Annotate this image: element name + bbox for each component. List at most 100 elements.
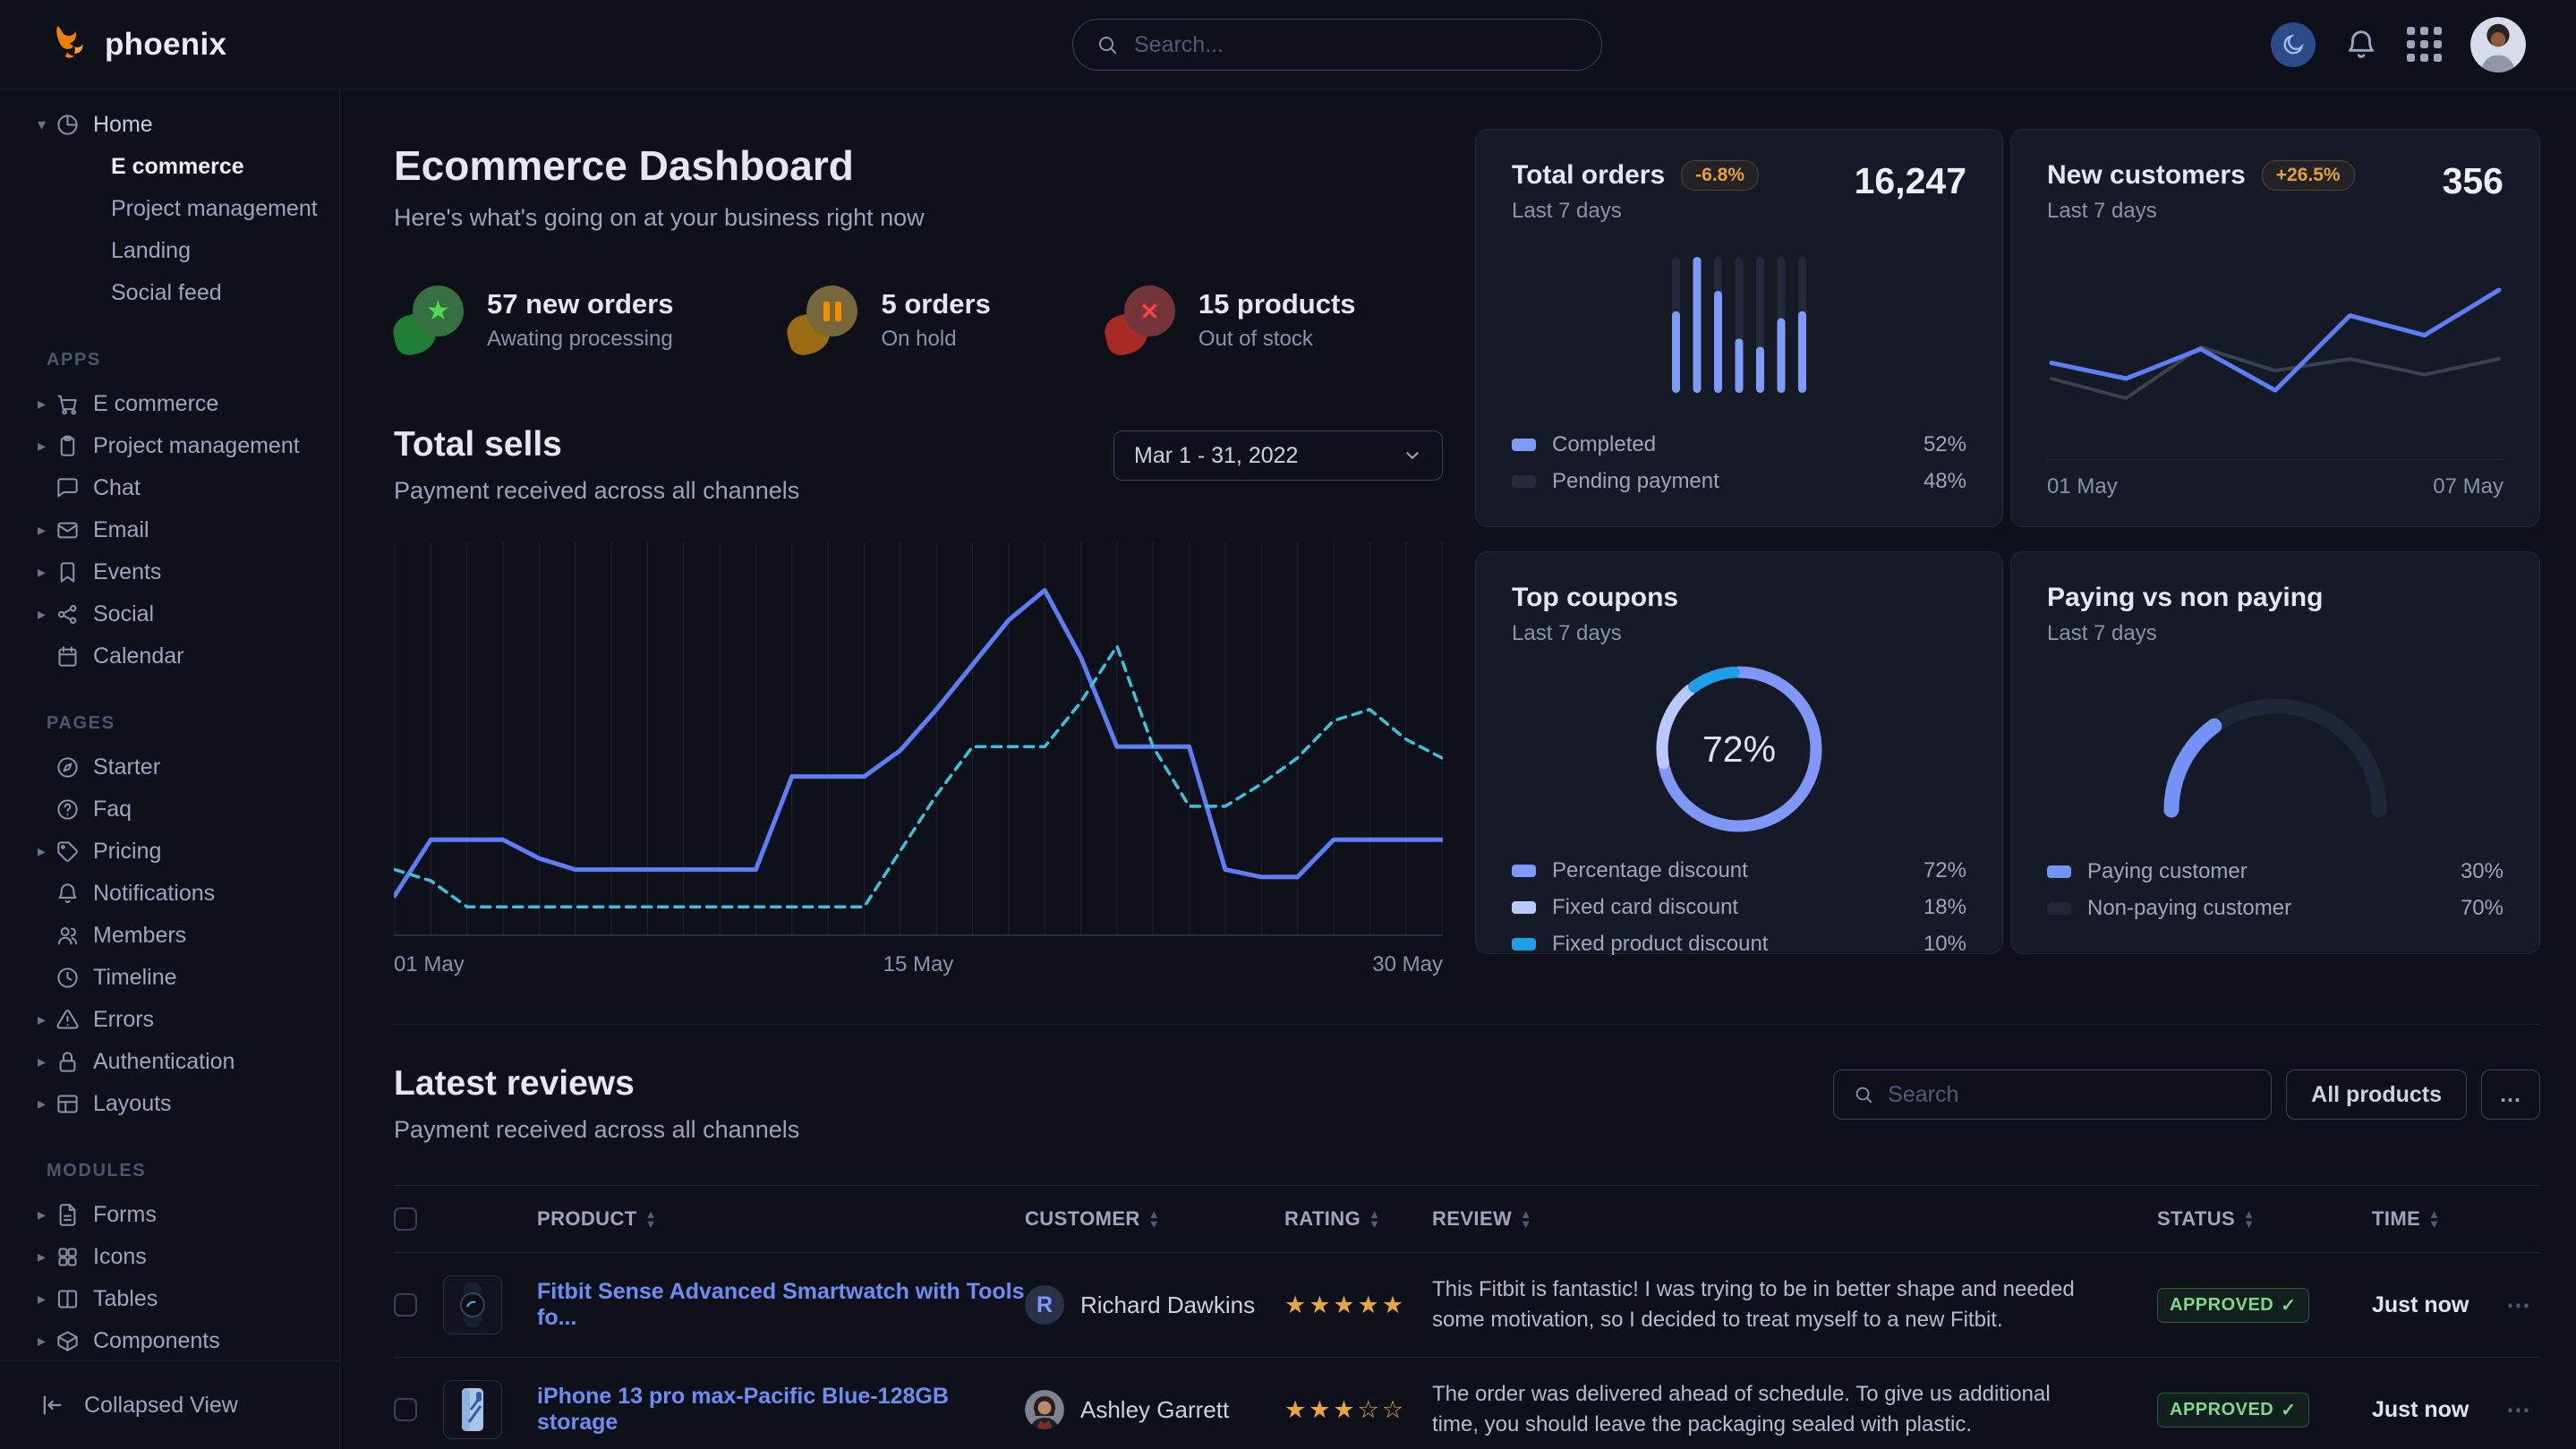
x-tick: 30 May <box>1372 952 1443 977</box>
sidebar-item-landing[interactable]: Landing <box>0 230 338 272</box>
brand-name: phoenix <box>105 27 226 63</box>
card-value: 356 <box>2443 160 2503 202</box>
new-customers-x-axis: 01 May 07 May <box>2047 460 2503 499</box>
card-legend: Completed52%Pending payment48% <box>1512 426 1966 499</box>
product-thumbnail[interactable] <box>443 1275 502 1334</box>
stat-headline: 57 new orders <box>487 288 673 320</box>
table-header-row: PRODUCT▲▼ CUSTOMER▲▼ RATING▲▼ REVIEW▲▼ S… <box>394 1185 2540 1253</box>
row-menu-button[interactable]: ⋯ <box>2506 1291 2540 1319</box>
select-all-checkbox[interactable] <box>394 1207 417 1231</box>
total-sells-chart: 01 May 15 May 30 May <box>394 542 1443 977</box>
sidebar-item-chat[interactable]: Chat <box>0 467 338 509</box>
column-header-customer[interactable]: CUSTOMER <box>1025 1207 1140 1231</box>
sidebar-item-authentication[interactable]: ▸Authentication <box>0 1041 338 1083</box>
legend-value: 18% <box>1923 895 1966 920</box>
review-time: Just now <box>2372 1397 2506 1423</box>
caret-icon: ▸ <box>38 563 55 582</box>
collapsed-view-toggle[interactable]: Collapsed View <box>0 1360 338 1449</box>
sidebar-item-faq[interactable]: Faq <box>0 788 338 831</box>
stat-sub: Awating processing <box>487 327 673 352</box>
caret-icon: ▸ <box>38 1053 55 1071</box>
sidebar-item-layouts[interactable]: ▸Layouts <box>0 1083 338 1125</box>
column-header-time[interactable]: TIME <box>2372 1207 2420 1231</box>
total-orders-chart <box>1512 224 1966 426</box>
clipboard-icon <box>55 434 80 458</box>
sidebar-item-email[interactable]: ▸Email <box>0 509 338 551</box>
new-customers-card: New customers +26.5% Last 7 days 356 01 … <box>2010 129 2540 527</box>
total-orders-card: Total orders -6.8% Last 7 days 16,247 Co… <box>1475 129 2003 527</box>
legend-swatch <box>1512 938 1536 950</box>
user-avatar[interactable] <box>2470 17 2526 72</box>
card-period: Last 7 days <box>1512 621 1678 646</box>
column-header-rating[interactable]: RATING <box>1284 1207 1361 1231</box>
legend-swatch <box>2047 902 2071 915</box>
top-coupons-card: Top coupons Last 7 days 72% Percentage d… <box>1475 551 2003 954</box>
table-icon <box>55 1287 80 1311</box>
collapse-icon <box>39 1393 64 1418</box>
customer-avatar: R <box>1025 1285 1064 1325</box>
apps-grid-icon[interactable] <box>2407 27 2442 62</box>
column-header-status[interactable]: STATUS <box>2157 1207 2235 1231</box>
sort-icon: ▲▼ <box>1148 1209 1160 1229</box>
sidebar-item-calendar[interactable]: Calendar <box>0 635 338 678</box>
reviews-search-input[interactable] <box>1886 1081 2251 1109</box>
sidebar-item-pricing[interactable]: ▸Pricing <box>0 831 338 873</box>
product-thumbnail[interactable] <box>443 1380 502 1439</box>
sidebar-item-timeline[interactable]: Timeline <box>0 957 338 999</box>
column-header-review[interactable]: REVIEW <box>1432 1207 1512 1231</box>
reviews-search[interactable] <box>1833 1070 2272 1120</box>
reviews-table: PRODUCT▲▼ CUSTOMER▲▼ RATING▲▼ REVIEW▲▼ S… <box>394 1185 2540 1449</box>
brand-logo[interactable]: phoenix <box>49 21 226 67</box>
sidebar-item-icons[interactable]: ▸Icons <box>0 1236 338 1278</box>
sidebar-item-project-management[interactable]: Project management <box>0 188 338 230</box>
sidebar-item-social[interactable]: ▸Social <box>0 593 338 635</box>
legend-value: 52% <box>1923 432 1966 457</box>
section-divider <box>394 1024 2540 1025</box>
row-menu-button[interactable]: ⋯ <box>2506 1396 2540 1424</box>
sidebar-item-members[interactable]: Members <box>0 915 338 957</box>
sidebar-item-notifications[interactable]: Notifications <box>0 873 338 915</box>
reviews-subtitle: Payment received across all channels <box>394 1116 799 1144</box>
sidebar-item-tables[interactable]: ▸Tables <box>0 1278 338 1320</box>
sidebar-item-errors[interactable]: ▸Errors <box>0 999 338 1041</box>
sidebar-item-forms[interactable]: ▸Forms <box>0 1194 338 1236</box>
sidebar-item-social-feed[interactable]: Social feed <box>0 272 338 314</box>
legend-swatch <box>1512 865 1536 877</box>
row-checkbox[interactable] <box>394 1293 417 1317</box>
help-icon <box>55 797 80 822</box>
more-options-button[interactable]: ... <box>2481 1070 2540 1120</box>
card-title: New customers <box>2047 160 2246 191</box>
sidebar-item-components[interactable]: ▸Components <box>0 1320 338 1360</box>
product-link[interactable]: Fitbit Sense Advanced Smartwatch with To… <box>537 1279 1025 1331</box>
legend-item: Percentage discount72% <box>1512 852 1966 889</box>
caret-icon: ▸ <box>38 521 55 540</box>
notifications-bell-icon[interactable] <box>2344 28 2378 62</box>
sidebar-item-starter[interactable]: Starter <box>0 746 338 788</box>
review-text: This Fitbit is fantastic! I was trying t… <box>1432 1274 2157 1335</box>
sidebar-item-e-commerce[interactable]: E commerce <box>0 146 338 188</box>
file-icon <box>55 1203 80 1227</box>
customer-name: Ashley Garrett <box>1080 1396 1229 1424</box>
sidebar-item-events[interactable]: ▸Events <box>0 551 338 593</box>
rating-stars: ★★★★★ <box>1284 1291 1432 1319</box>
date-range-value: Mar 1 - 31, 2022 <box>1134 443 1298 469</box>
total-sells-header: Total sells Payment received across all … <box>394 425 1443 505</box>
reviews-title: Latest reviews <box>394 1064 799 1104</box>
date-range-select[interactable]: Mar 1 - 31, 2022 <box>1113 430 1443 481</box>
column-header-product[interactable]: PRODUCT <box>537 1207 637 1231</box>
legend-label: Fixed card discount <box>1552 895 1738 920</box>
legend-item: Fixed product discount10% <box>1512 925 1966 962</box>
all-products-button[interactable]: All products <box>2286 1070 2467 1120</box>
global-search[interactable] <box>1072 19 1602 71</box>
row-checkbox[interactable] <box>394 1398 417 1421</box>
card-period: Last 7 days <box>2047 199 2355 224</box>
global-search-input[interactable] <box>1132 31 1578 59</box>
main-content: Ecommerce Dashboard Here's what's going … <box>340 89 2576 1449</box>
product-link[interactable]: iPhone 13 pro max-Pacific Blue-128GB sto… <box>537 1384 1025 1436</box>
theme-toggle-button[interactable] <box>2271 22 2316 67</box>
sidebar-item-e-commerce[interactable]: ▸E commerce <box>0 383 338 425</box>
kpi-cards-grid: Total orders -6.8% Last 7 days 16,247 Co… <box>1475 129 2540 977</box>
search-icon <box>1854 1085 1873 1104</box>
sidebar-item-home[interactable]: ▾Home <box>0 104 338 146</box>
sidebar-item-project-management[interactable]: ▸Project management <box>0 425 338 467</box>
